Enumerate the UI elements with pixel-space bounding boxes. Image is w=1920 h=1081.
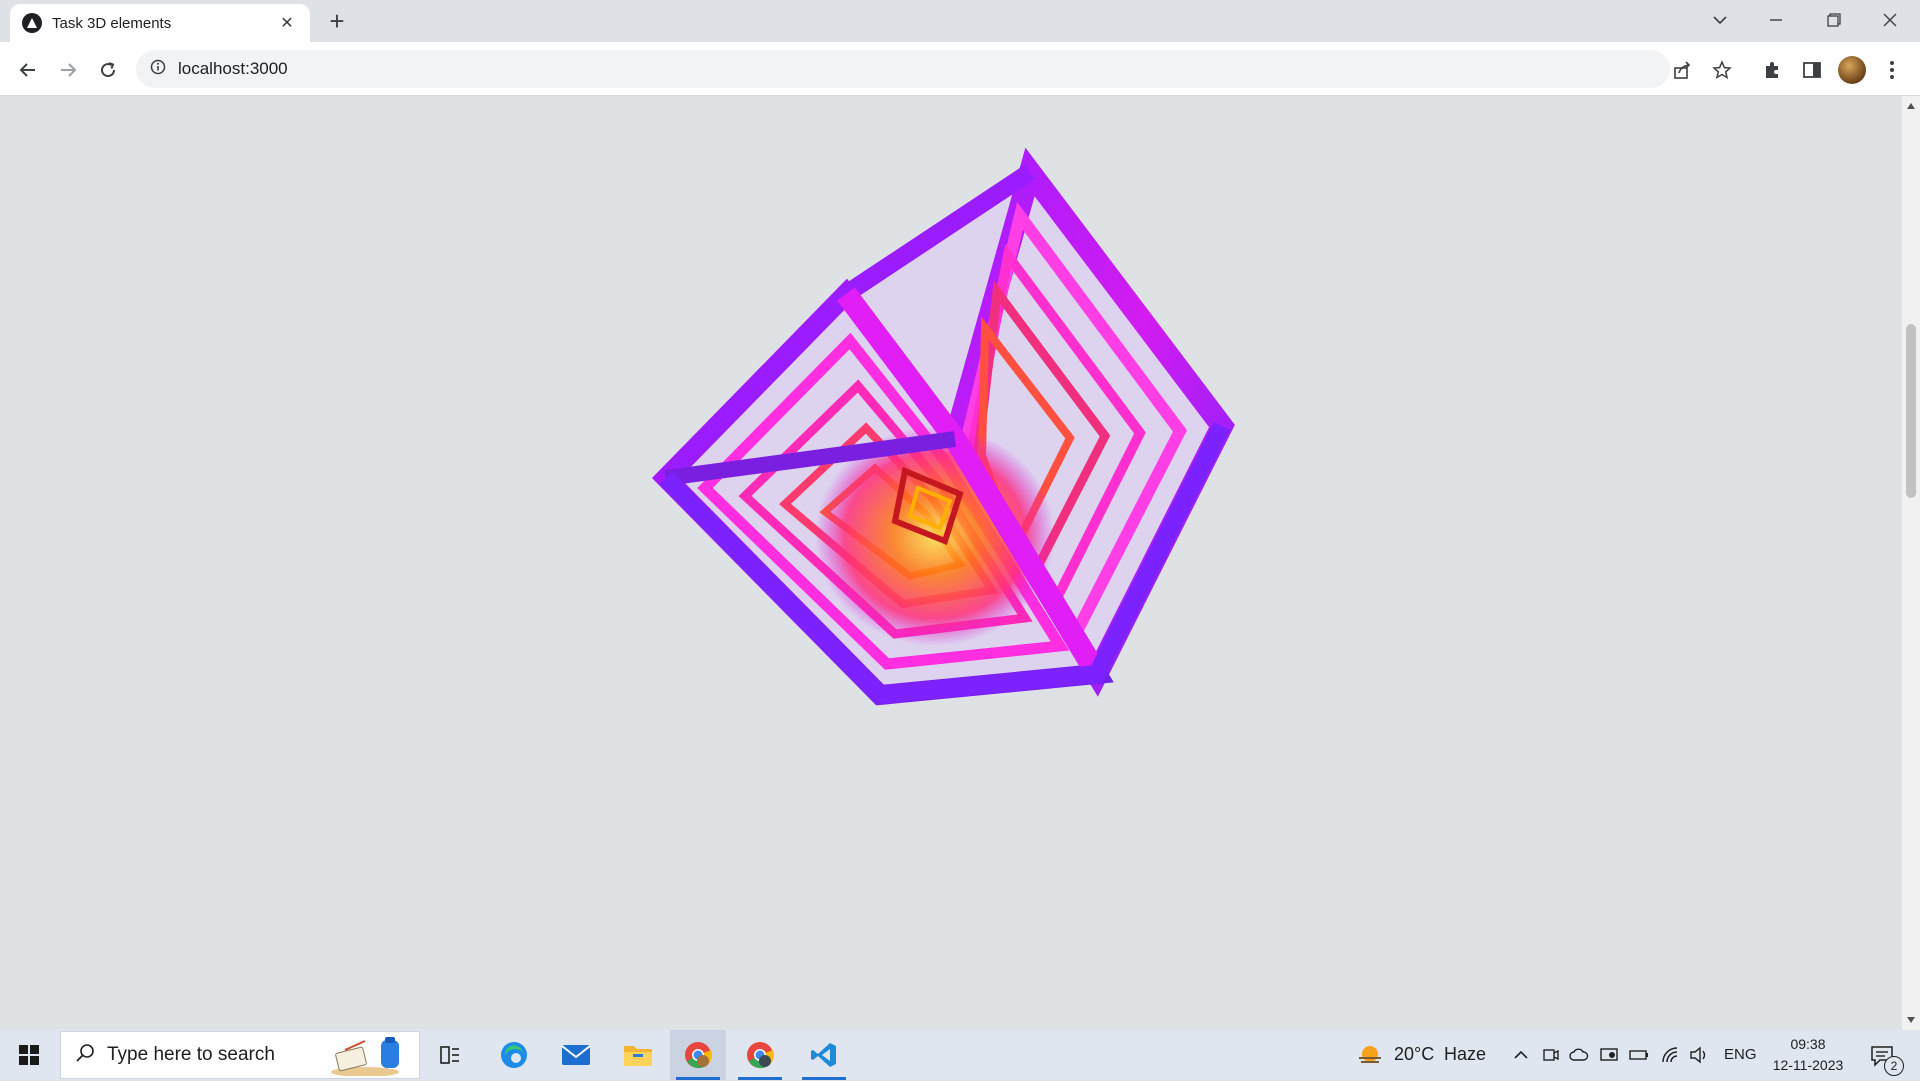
browser-toolbar: localhost:3000	[0, 42, 1920, 96]
task-view-icon[interactable]	[422, 1030, 478, 1080]
scroll-up-arrow-icon[interactable]	[1902, 98, 1920, 114]
side-panel-icon[interactable]	[1796, 54, 1828, 86]
edge-browser-icon[interactable]	[486, 1030, 542, 1080]
search-highlight-illustration-icon	[325, 1036, 411, 1081]
battery-icon[interactable]	[1628, 1044, 1650, 1066]
wifi-icon[interactable]	[1660, 1044, 1682, 1066]
search-placeholder[interactable]: Type here to search	[107, 1044, 275, 1066]
3d-cube[interactable]	[651, 147, 1235, 706]
close-window-icon[interactable]	[1862, 0, 1918, 40]
tab-title: Task 3D elements	[52, 14, 172, 32]
taskbar-clock[interactable]: 09:38 12-11-2023	[1766, 1034, 1850, 1076]
clock-date: 12-11-2023	[1772, 1057, 1844, 1073]
page-scrollbar[interactable]	[1902, 96, 1920, 1030]
browser-tab-strip: Task 3D elements ✕ +	[0, 0, 1920, 42]
browser-tab[interactable]: Task 3D elements ✕	[10, 4, 310, 42]
meet-now-icon[interactable]	[1540, 1044, 1562, 1066]
new-tab-button[interactable]: +	[322, 8, 352, 36]
reload-icon[interactable]	[92, 54, 124, 86]
back-arrow-icon[interactable]	[12, 54, 44, 86]
weather-condition[interactable]: Haze	[1444, 1044, 1486, 1065]
windows-start-icon[interactable]	[0, 1030, 58, 1080]
3d-cube-canvas[interactable]	[0, 96, 1902, 1030]
nextjs-favicon-icon	[22, 13, 42, 33]
weather-temperature[interactable]: 20°C	[1394, 1044, 1434, 1065]
scrollbar-thumb[interactable]	[1906, 324, 1916, 498]
bookmark-star-icon[interactable]	[1706, 54, 1738, 86]
file-explorer-icon[interactable]	[610, 1030, 666, 1080]
taskbar-search-box[interactable]: Type here to search	[60, 1031, 420, 1079]
share-icon[interactable]	[1666, 54, 1698, 86]
profile-avatar[interactable]	[1836, 54, 1868, 86]
onedrive-cloud-icon[interactable]	[1568, 1044, 1590, 1066]
windows-taskbar: Type here to search 20°C Haze ENG 09:38 …	[0, 1030, 1920, 1080]
site-info-icon[interactable]	[150, 59, 166, 80]
volume-speaker-icon[interactable]	[1688, 1044, 1710, 1066]
mail-icon[interactable]	[548, 1030, 604, 1080]
chrome-taskbar-icon[interactable]	[670, 1030, 726, 1080]
tab-search-chevron-down-icon[interactable]	[1692, 0, 1748, 40]
close-tab-icon[interactable]: ✕	[276, 13, 298, 33]
url-text[interactable]: localhost:3000	[178, 59, 288, 79]
chrome-profile-taskbar-icon[interactable]	[732, 1030, 788, 1080]
page-viewport	[0, 96, 1902, 1030]
restore-window-icon[interactable]	[1806, 0, 1862, 40]
weather-haze-icon[interactable]	[1356, 1042, 1384, 1070]
extensions-puzzle-icon[interactable]	[1756, 54, 1788, 86]
clock-time: 09:38	[1790, 1036, 1826, 1052]
search-icon	[75, 1043, 95, 1068]
more-menu-icon[interactable]	[1876, 54, 1908, 86]
show-hidden-icons-chevron-up-icon[interactable]	[1510, 1044, 1532, 1066]
scroll-down-arrow-icon[interactable]	[1902, 1012, 1920, 1028]
input-language[interactable]: ENG	[1724, 1046, 1757, 1063]
minimize-window-icon[interactable]	[1748, 0, 1804, 40]
forward-arrow-icon[interactable]	[52, 54, 84, 86]
vscode-icon[interactable]	[796, 1030, 852, 1080]
address-bar[interactable]: localhost:3000	[136, 50, 1670, 88]
display-settings-icon[interactable]	[1598, 1044, 1620, 1066]
notification-count-badge: 2	[1884, 1056, 1904, 1076]
